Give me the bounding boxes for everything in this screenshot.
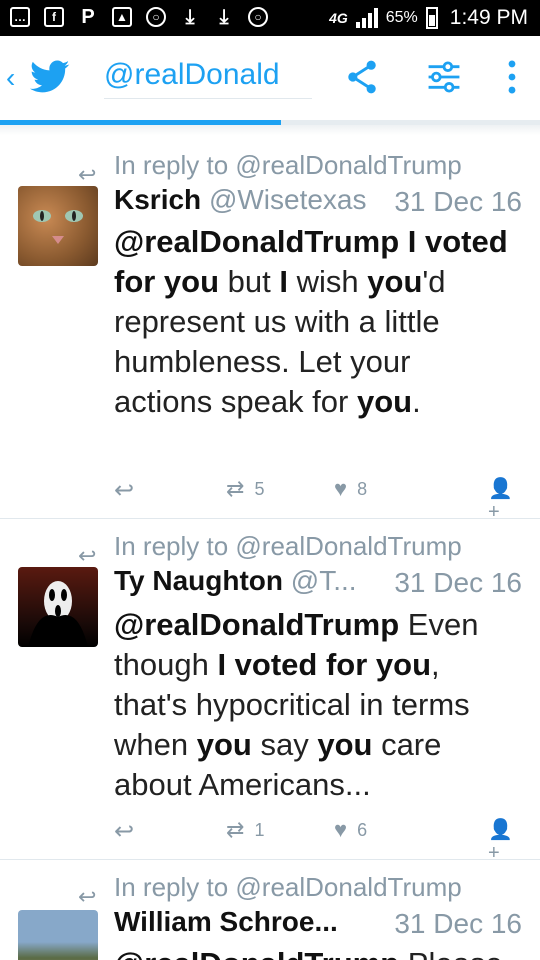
- instagram-icon-2: ○: [248, 7, 268, 27]
- tweet-text: @realDonaldTrump I voted for you but I w…: [114, 222, 514, 422]
- ghostface-avatar-image: [28, 581, 88, 647]
- highlighted-text: @realDonaldTrump: [114, 946, 399, 960]
- download-icon: ⤓: [185, 6, 195, 28]
- add-user-icon: 👤+: [488, 819, 513, 864]
- parking-icon: P: [81, 6, 95, 28]
- reply-icon: ↩: [114, 818, 135, 845]
- like-count: 6: [357, 819, 368, 840]
- like-button[interactable]: ♥ 6: [334, 817, 367, 843]
- like-button[interactable]: ♥ 8: [334, 476, 367, 502]
- message-icon: …: [10, 7, 30, 27]
- highlighted-text: @realDonaldTrump: [114, 607, 400, 642]
- reply-context-icon: ↩: [78, 543, 97, 568]
- tweet-date: 31 Dec 16: [394, 567, 522, 598]
- share-icon[interactable]: [346, 60, 378, 94]
- tweet-header: Ty Naughton @T...: [114, 565, 357, 597]
- tweet-card[interactable]: ↩ In reply to @realDonaldTrump William S…: [0, 860, 540, 960]
- display-name[interactable]: Ty Naughton: [114, 565, 283, 596]
- heart-icon: ♥: [334, 476, 348, 501]
- tweet-card[interactable]: ↩ In reply to @realDonaldTrump Ksrich @W…: [0, 138, 540, 523]
- battery-percent: 65%: [385, 9, 418, 26]
- retweet-count: 1: [254, 819, 265, 840]
- reply-context[interactable]: In reply to @realDonaldTrump: [114, 531, 462, 562]
- highlighted-text: you: [367, 264, 423, 299]
- battery-icon: [425, 7, 438, 29]
- clock: 1:49 PM: [449, 6, 528, 29]
- retweet-button[interactable]: ⇄ 5: [226, 476, 264, 502]
- search-title[interactable]: @realDonald: [104, 58, 312, 99]
- username[interactable]: @Wisetexas: [209, 184, 367, 215]
- tweet-text: @realDonaldTrump Please: [114, 944, 514, 960]
- highlighted-text: I: [279, 264, 289, 299]
- signal-icon: [355, 8, 378, 28]
- retweet-icon: ⇄: [226, 476, 245, 501]
- tweet-header: William Schroe...: [114, 906, 338, 938]
- retweet-button[interactable]: ⇄ 1: [226, 817, 264, 843]
- text-run: wish: [288, 264, 368, 299]
- reply-context-icon: ↩: [78, 162, 97, 187]
- tweet-actions: ↩ ⇄ 5 ♥ 8 👤+: [114, 476, 524, 523]
- highlighted-text: you: [356, 384, 413, 419]
- avatar[interactable]: [18, 186, 98, 266]
- tweet-header: Ksrich @Wisetexas: [114, 184, 367, 216]
- more-vertical-icon[interactable]: [504, 60, 520, 94]
- network-type: 4G: [329, 10, 348, 26]
- app-bar: ‹ @realDonald: [0, 36, 540, 120]
- reply-icon: ↩: [114, 477, 135, 504]
- display-name[interactable]: William Schroe...: [114, 906, 338, 937]
- instagram-icon: ○: [146, 7, 166, 27]
- back-chevron-icon[interactable]: ‹: [6, 62, 15, 94]
- like-count: 8: [357, 478, 368, 499]
- filter-sliders-icon[interactable]: [426, 60, 462, 94]
- twitter-bird-icon[interactable]: [30, 60, 70, 94]
- highlighted-text: you: [317, 727, 373, 762]
- reply-button[interactable]: ↩: [114, 476, 134, 505]
- status-bar: … f P ▲ ○ ⤓ ⤓ ○ 4G 65% 1:49 PM: [0, 0, 540, 36]
- reply-context[interactable]: In reply to @realDonaldTrump: [114, 872, 462, 903]
- text-run: Please: [399, 946, 503, 960]
- heart-icon: ♥: [334, 817, 348, 842]
- tweet-date: 31 Dec 16: [394, 908, 522, 939]
- username[interactable]: @T...: [291, 565, 357, 596]
- follow-button[interactable]: 👤+: [488, 476, 524, 524]
- reply-context-icon: ↩: [78, 884, 97, 909]
- tweet-card[interactable]: ↩ In reply to @realDonaldTrump Ty Naught…: [0, 519, 540, 864]
- text-run: but: [219, 264, 280, 299]
- text-run: say: [251, 727, 318, 762]
- highlighted-text: I voted for you: [217, 647, 432, 682]
- highlighted-text: you: [196, 727, 252, 762]
- reply-context[interactable]: In reply to @realDonaldTrump: [114, 150, 462, 181]
- download-icon-2: ⤓: [219, 6, 229, 28]
- tweet-text: @realDonaldTrump Even though I voted for…: [114, 605, 514, 805]
- retweet-count: 5: [254, 478, 265, 499]
- avatar[interactable]: [18, 910, 98, 960]
- retweet-icon: ⇄: [226, 817, 245, 842]
- avatar[interactable]: [18, 567, 98, 647]
- follow-button[interactable]: 👤+: [488, 817, 524, 865]
- image-icon: ▲: [112, 7, 132, 27]
- reply-button[interactable]: ↩: [114, 817, 134, 846]
- tweet-actions: ↩ ⇄ 1 ♥ 6 👤+: [114, 817, 524, 864]
- display-name[interactable]: Ksrich: [114, 184, 201, 215]
- notification-icons: … f P ▲ ○ ⤓ ⤓ ○: [10, 7, 268, 27]
- page-title: @realDonald: [104, 58, 280, 91]
- cat-avatar-image: [33, 210, 83, 244]
- tweet-date: 31 Dec 16: [394, 186, 522, 217]
- add-user-icon: 👤+: [488, 478, 513, 523]
- text-run: .: [412, 384, 421, 419]
- facebook-icon: f: [44, 7, 64, 27]
